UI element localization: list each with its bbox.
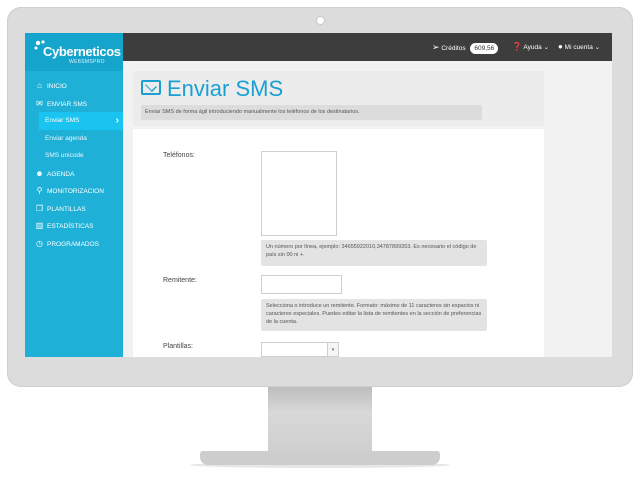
- bar-chart-icon: ▥: [35, 221, 44, 230]
- templates-label: Plantillas:: [163, 343, 193, 350]
- envelope-icon: ✉: [36, 98, 43, 108]
- chevron-down-icon: ⌄: [594, 44, 601, 51]
- phones-help: Un número por línea, ejemplo: 3465592201…: [261, 240, 487, 266]
- sender-input[interactable]: [261, 275, 342, 294]
- chevron-right-icon: ›: [115, 115, 119, 126]
- user-icon: ●: [558, 42, 563, 51]
- sidebar-item-programados[interactable]: ◷ PROGRAMADOS: [25, 235, 123, 253]
- help-menu[interactable]: ❓ Ayuda ⌄: [512, 33, 549, 61]
- page-header: Enviar SMS Enviar SMS de forma ágil intr…: [133, 71, 544, 126]
- monitor-stand-base: [200, 451, 440, 465]
- sidebar-item-enviar-sms[interactable]: ✉ ENVIAR SMS: [25, 95, 123, 113]
- chevron-down-icon: ▾: [327, 343, 338, 356]
- sender-label: Remitente:: [163, 277, 197, 284]
- home-icon: ⌂: [37, 81, 42, 90]
- sidebar-subitem-enviar-sms[interactable]: Enviar SMS ›: [39, 112, 123, 130]
- monitor-stand-neck: [268, 387, 372, 451]
- sidebar-nav: ⌂ INICIO ✉ ENVIAR SMS Enviar SMS › Enviar …: [25, 77, 123, 252]
- sidebar-subitem-enviar-agenda[interactable]: Enviar agenda: [25, 130, 123, 148]
- templates-select[interactable]: ▾: [261, 342, 339, 357]
- envelope-icon: [141, 79, 161, 95]
- credits-badge: 609,56: [470, 43, 499, 54]
- account-label: Mi cuenta: [564, 44, 593, 51]
- users-icon: ☻: [35, 168, 44, 178]
- camera-dot: [316, 16, 325, 25]
- sidebar-item-plantillas[interactable]: ❐ PLANTILLAS: [25, 200, 123, 218]
- account-menu[interactable]: ● Mi cuenta ⌄: [558, 33, 600, 61]
- credits-indicator[interactable]: ➢ Créditos 609,56: [432, 33, 499, 61]
- sidebar: Cyberneticos WEBSMSPRO ⌂ INICIO ✉ ENVIAR S…: [25, 33, 123, 357]
- copy-icon: ❐: [35, 203, 44, 213]
- screen: Cyberneticos WEBSMSPRO ⌂ INICIO ✉ ENVIAR S…: [25, 33, 612, 357]
- credits-label: Créditos: [441, 45, 466, 52]
- help-icon: ❓: [512, 42, 522, 51]
- sender-help: Selecciona o introduce un remitente. For…: [261, 299, 487, 331]
- help-label: Ayuda: [523, 44, 542, 51]
- logo[interactable]: Cyberneticos WEBSMSPRO: [25, 33, 123, 71]
- sidebar-item-estadisticas[interactable]: ▥ ESTADÍSTICAS: [25, 217, 123, 235]
- sidebar-item-agenda[interactable]: ☻ AGENDA: [25, 165, 123, 183]
- sidebar-item-monitorizacion[interactable]: ⚲ MONITORIZACION: [25, 182, 123, 200]
- topbar: ➢ Créditos 609,56 ❓ Ayuda ⌄ ● Mi cuenta …: [123, 33, 612, 61]
- brand-subtitle: WEBSMSPRO: [69, 59, 105, 65]
- page-title: Enviar SMS: [141, 76, 283, 102]
- page-description: Enviar SMS de forma ágil introduciendo m…: [141, 105, 482, 120]
- chevron-down-icon: ⌄: [543, 44, 550, 51]
- phones-textarea[interactable]: [261, 151, 337, 236]
- search-icon: ⚲: [36, 186, 43, 195]
- clock-icon: ◷: [36, 238, 43, 248]
- sidebar-item-inicio[interactable]: ⌂ INICIO: [25, 77, 123, 95]
- send-sms-form: Teléfonos: Un número por línea, ejemplo:…: [133, 129, 544, 357]
- phones-label: Teléfonos:: [163, 152, 195, 159]
- brand-name: Cyberneticos: [43, 44, 121, 59]
- send-icon: ➢: [432, 42, 440, 52]
- sidebar-subitem-sms-unicode[interactable]: SMS unicode: [25, 147, 123, 165]
